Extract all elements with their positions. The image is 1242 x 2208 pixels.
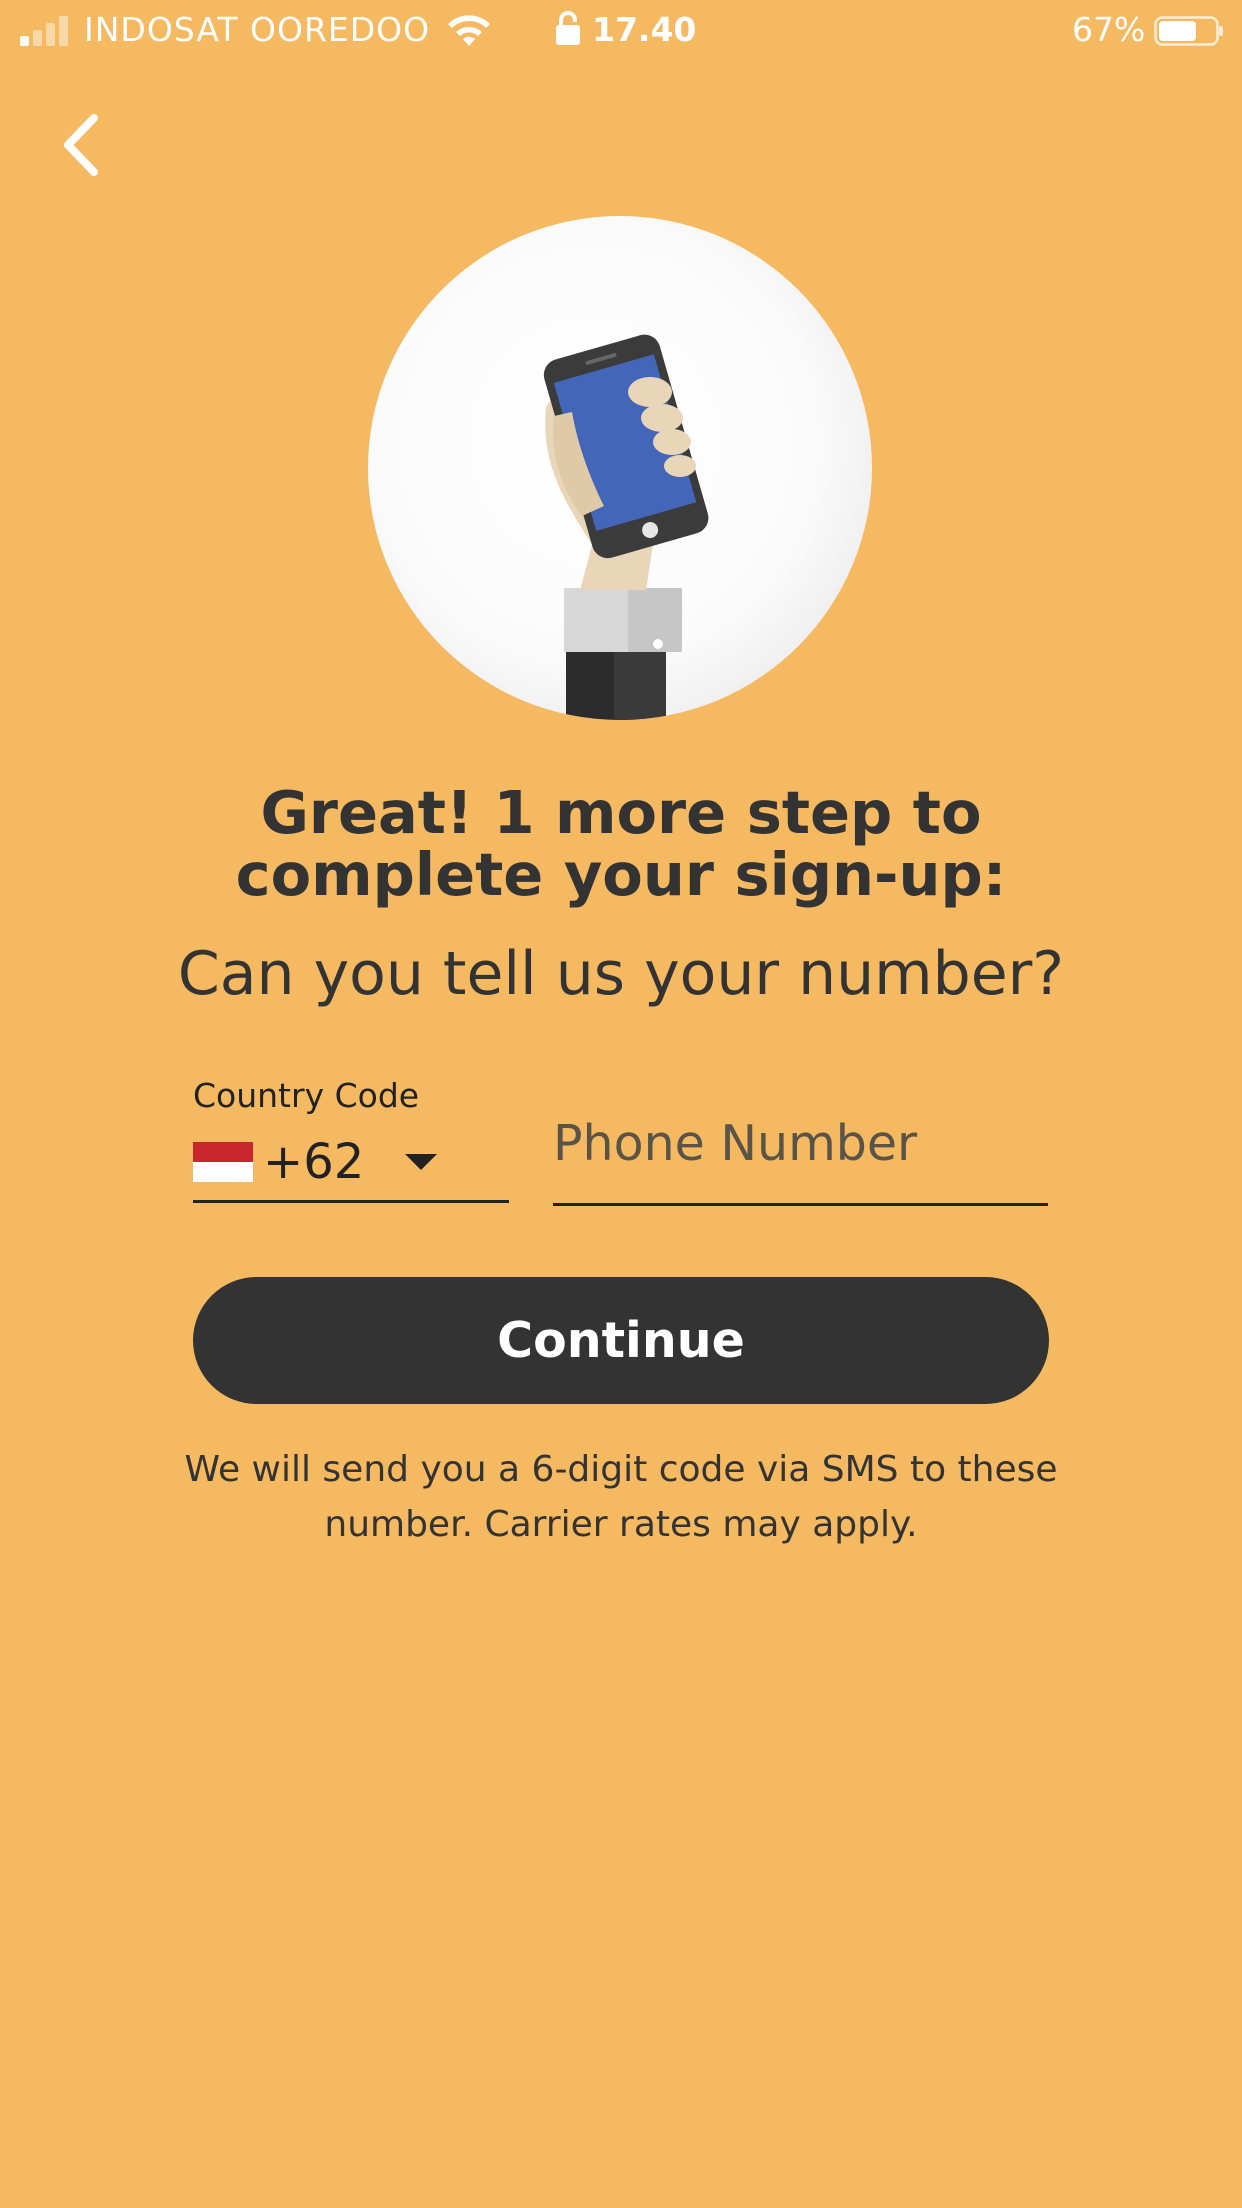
phone-number-input[interactable] bbox=[553, 1100, 1048, 1206]
chevron-left-icon bbox=[64, 114, 98, 176]
signal-strength-icon bbox=[20, 14, 72, 46]
continue-button[interactable]: Continue bbox=[193, 1277, 1049, 1404]
back-button[interactable] bbox=[50, 110, 120, 180]
lock-icon bbox=[556, 11, 580, 45]
hand-holding-phone-illustration bbox=[543, 334, 709, 720]
headline: Great! 1 more step to complete your sign… bbox=[235, 778, 1007, 909]
status-bar: INDOSAT OOREDOO 17.40 67% bbox=[0, 0, 1242, 64]
caret-down-icon bbox=[405, 1154, 437, 1170]
wifi-icon bbox=[448, 15, 490, 46]
indonesia-flag-icon bbox=[193, 1142, 253, 1182]
carrier-name: INDOSAT OOREDOO bbox=[84, 10, 431, 49]
battery-icon bbox=[1154, 16, 1223, 46]
battery-percent: 67% bbox=[1072, 10, 1146, 49]
country-code-label: Country Code bbox=[193, 1076, 420, 1115]
hero-illustration bbox=[368, 216, 872, 720]
country-code-value: +62 bbox=[263, 1134, 365, 1190]
sms-disclaimer: We will send you a 6-digit code via SMS … bbox=[184, 1449, 1058, 1545]
country-code-select[interactable]: +62 bbox=[193, 1126, 509, 1203]
subheadline: Can you tell us your number? bbox=[177, 939, 1065, 1009]
clock: 17.40 bbox=[592, 10, 697, 49]
